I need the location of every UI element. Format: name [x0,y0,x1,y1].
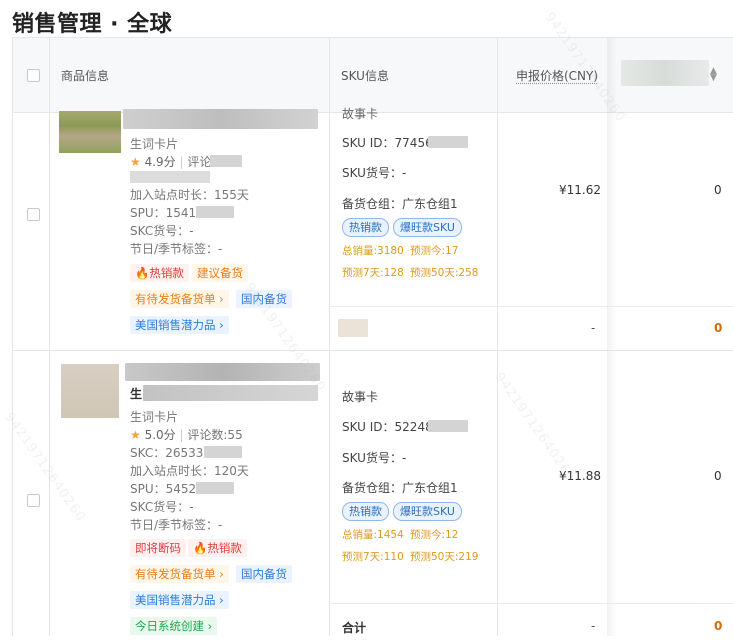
total-label: 合计 [342,621,367,635]
table-header: 商品信息 SKU信息 申报价格(CNY) ▲ ▼ [13,38,733,113]
tag-pending-order[interactable]: 有待发货备货单 › [130,565,229,583]
flame-icon: 🔥 [193,541,208,555]
sku-id: SKU ID：522484 [342,420,441,434]
onsite-time: 加入站点时长：155天 [130,188,249,202]
subrow-value: 0 [714,321,723,335]
tag-hot: 🔥热销款 [130,264,189,282]
tag-created-today[interactable]: 今日系统创建 › [130,617,218,635]
stat-total-sales: 总销量:1454 [342,529,404,541]
sku-top-text: 故事卡 [342,390,379,404]
stat-forecast-50d: 预测50天:258 [410,267,479,279]
tag-us-potential[interactable]: 美国销售潜力品 › [130,316,229,334]
skc-id: SKC：26533 [130,446,204,460]
skc-code: SKC货号：- [130,500,194,514]
star-icon: ★ [130,155,141,169]
sort-icon[interactable]: ▲ ▼ [710,67,717,83]
tag-suggest-stock: 建议备货 [192,264,248,282]
festival-tag: 节日/季节标签：- [130,518,223,532]
tag-near-stockout: 即将断码 [130,539,186,557]
onsite-time: 加入站点时长：120天 [130,464,249,478]
column-header-price[interactable]: 申报价格(CNY) [516,38,598,112]
sales-table: 商品信息 SKU信息 申报价格(CNY) ▲ ▼ 生词卡片 ★ 4.9分 | 评论… [12,37,733,636]
stat-forecast-today: 预测今:17 [410,245,459,257]
row-checkbox[interactable] [27,208,40,221]
festival-tag: 节日/季节标签：- [130,242,223,256]
product-subtitle: 生词卡片 [130,410,179,424]
table-row: 生 生词卡片 ★ 5.0分 | 评论数:55 SKC：26533 加入站点时长：… [13,351,733,641]
pill-explosive-sku: 爆旺款SKU [393,502,462,521]
row-value: 0 [714,469,722,483]
product-rating: ★ 5.0分 | 评论数:55 [130,428,243,442]
stat-total-sales: 总销量:3180 [342,245,404,257]
table-row: 生词卡片 ★ 4.9分 | 评论 加入站点时长：155天 SPU：1541 SK… [13,107,733,351]
tag-us-potential[interactable]: 美国销售潜力品 › [130,591,229,609]
flame-icon: 🔥 [135,266,150,280]
product-rating: ★ 4.9分 | 评论 [130,155,212,169]
sku-top-text: 故事卡 [342,107,379,121]
sku-code: SKU货号：- [342,166,407,180]
pill-hot: 热销款 [342,502,389,521]
row-value: 0 [714,183,722,197]
sku-warehouse: 备货仓组：广东仓组1 [342,481,458,495]
row-checkbox[interactable] [27,494,40,507]
spu: SPU：5452 [130,482,197,496]
sku-id: SKU ID：774568 [342,136,441,150]
sku-warehouse: 备货仓组：广东仓组1 [342,197,458,211]
spu: SPU：1541 [130,206,197,220]
skc-code: SKC货号：- [130,224,194,238]
subrow-value: 0 [714,619,723,633]
column-header-product: 商品信息 [61,68,110,83]
page-title: 销售管理 · 全球 [12,12,173,37]
declared-price: ¥11.88 [559,469,601,483]
tag-pending-order[interactable]: 有待发货备货单 › [130,290,229,308]
pill-explosive-sku: 爆旺款SKU [393,218,462,237]
tag-domestic-stock: 国内备货 [236,290,292,308]
stat-forecast-50d: 预测50天:219 [410,551,479,563]
tag-hot: 🔥热销款 [188,539,247,557]
product-title-prefix: 生 [130,387,143,401]
star-icon: ★ [130,428,141,442]
subrow-price: - [591,321,596,335]
product-thumbnail[interactable] [61,364,119,418]
tag-domestic-stock: 国内备货 [236,565,292,583]
product-thumbnail[interactable] [59,111,121,153]
pill-hot: 热销款 [342,218,389,237]
stat-forecast-7d: 预测7天:110 [342,551,404,563]
column-header-sku: SKU信息 [341,68,389,83]
subrow-price: - [591,619,596,633]
stat-forecast-7d: 预测7天:128 [342,267,404,279]
select-all-checkbox[interactable] [27,69,40,82]
stat-forecast-today: 预测今:12 [410,529,459,541]
column-header-blurred [621,60,709,86]
declared-price: ¥11.62 [559,183,601,197]
product-subtitle: 生词卡片 [130,137,179,151]
product-title-blurred[interactable] [125,363,320,381]
product-title-blurred[interactable] [123,109,318,129]
sku-code: SKU货号：- [342,451,407,465]
